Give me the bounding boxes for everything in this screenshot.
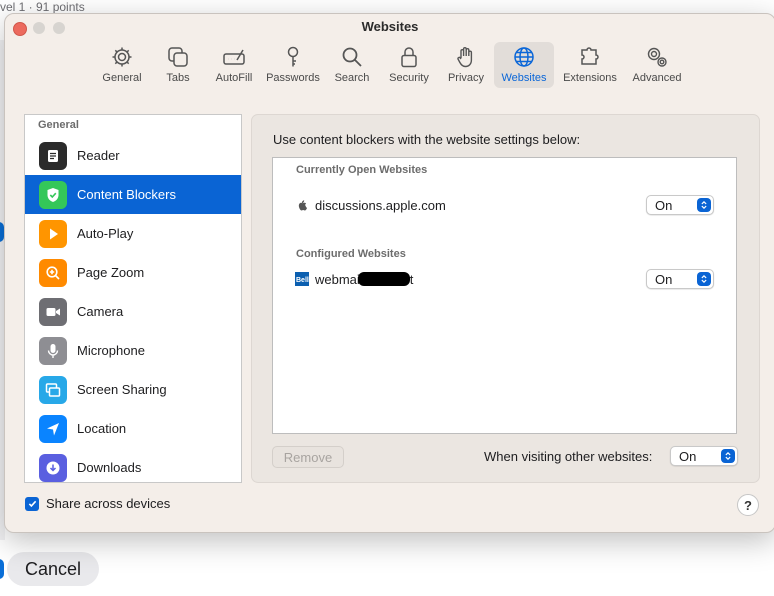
chevron-updown-icon (697, 198, 711, 212)
sidebar-item-label: Auto-Play (77, 226, 134, 241)
puzzle-icon (581, 47, 599, 65)
bell-icon: Bell (295, 272, 309, 286)
downloads-icon (39, 453, 67, 482)
sidebar-item-reader[interactable]: Reader (25, 136, 241, 175)
sidebar-item-label: Camera (77, 304, 124, 319)
website-name-suffix: t (409, 271, 414, 287)
background-points-text: vel 1 · 91 points (0, 0, 85, 14)
globe-icon (514, 47, 534, 67)
sidebar-item-label: Downloads (77, 460, 142, 475)
other-websites-label: When visiting other websites: (484, 449, 653, 464)
share-checkbox[interactable] (25, 496, 39, 511)
tab-label: General (102, 72, 142, 84)
zoom-icon (39, 258, 67, 287)
sidebar-item-content-blockers[interactable]: Content Blockers (25, 175, 241, 214)
tab-label: Websites (501, 72, 547, 84)
website-setting-select[interactable]: On (646, 195, 714, 215)
tab-advanced[interactable]: Advanced (626, 42, 688, 88)
other-websites-select[interactable]: On (670, 446, 738, 466)
key-icon (287, 46, 299, 67)
svg-text:Bell: Bell (296, 277, 309, 284)
tab-security[interactable]: Security (380, 42, 438, 88)
sidebar-item-label: Page Zoom (77, 265, 145, 280)
window-title: Websites (361, 19, 419, 34)
settings-window: Websites General Tabs AutoFill Passwords… (4, 13, 774, 533)
tabs-icon (168, 47, 188, 67)
reader-icon (39, 141, 67, 170)
cancel-button[interactable]: Cancel (7, 552, 99, 586)
play-icon (39, 219, 67, 248)
tab-label: Passwords (266, 72, 320, 84)
websites-sidebar: General Reader Content Blockers Auto-Pla… (24, 114, 242, 483)
sidebar-item-label: Content Blockers (77, 187, 176, 202)
microphone-icon (39, 336, 67, 365)
tab-extensions[interactable]: Extensions (554, 42, 626, 88)
website-name-prefix: webmai (315, 271, 360, 287)
content-blockers-panel: Use content blockers with the website se… (251, 114, 760, 483)
lock-icon (401, 47, 417, 68)
help-button[interactable]: ? (737, 494, 759, 516)
sidebar-item-label: Screen Sharing (77, 382, 167, 397)
preferences-toolbar: General Tabs AutoFill Passwords Search S… (94, 42, 688, 88)
tab-label: Advanced (632, 72, 682, 84)
select-value: On (655, 271, 673, 287)
shield-check-icon (39, 180, 67, 209)
select-value: On (655, 197, 673, 213)
sidebar-item-camera[interactable]: Camera (25, 292, 241, 331)
select-value: On (679, 448, 697, 464)
sidebar-item-screen-sharing[interactable]: Screen Sharing (25, 370, 241, 409)
configured-websites-header: Configured Websites (296, 248, 406, 260)
sidebar-item-label: Reader (77, 148, 120, 163)
camera-icon (39, 297, 67, 326)
autofill-icon (223, 49, 245, 65)
gears-icon (647, 47, 667, 67)
tab-passwords[interactable]: Passwords (262, 42, 324, 88)
website-row[interactable]: Bell webmai t On (295, 267, 714, 291)
share-label: Share across devices (46, 496, 171, 511)
tab-label: Privacy (447, 72, 485, 84)
websites-table: Currently Open Websites discussions.appl… (272, 157, 737, 434)
tab-label: Tabs (166, 72, 190, 84)
tab-privacy[interactable]: Privacy (438, 42, 494, 88)
sidebar-item-label: Location (77, 421, 127, 436)
tab-websites[interactable]: Websites (494, 42, 554, 88)
background-accent (0, 559, 4, 579)
tab-autofill[interactable]: AutoFill (206, 42, 262, 88)
gear-icon (112, 47, 132, 67)
tab-label: AutoFill (215, 72, 253, 84)
hand-icon (457, 47, 473, 68)
tab-general[interactable]: General (94, 42, 150, 88)
tab-label: Security (389, 72, 429, 84)
sidebar-section-header: General (38, 119, 79, 131)
share-across-devices[interactable]: Share across devices (25, 496, 170, 511)
chevron-updown-icon (697, 272, 711, 286)
website-setting-select[interactable]: On (646, 269, 714, 289)
website-name: discussions.apple.com (315, 197, 446, 213)
apple-icon (295, 198, 309, 212)
remove-button[interactable]: Remove (272, 446, 344, 468)
sidebar-item-auto-play[interactable]: Auto-Play (25, 214, 241, 253)
chevron-updown-icon (721, 449, 735, 463)
open-websites-header: Currently Open Websites (296, 164, 428, 176)
location-icon (39, 414, 67, 443)
tab-label: Search (334, 72, 370, 84)
sidebar-item-microphone[interactable]: Microphone (25, 331, 241, 370)
tab-tabs[interactable]: Tabs (150, 42, 206, 88)
search-icon (342, 47, 362, 67)
redaction-block (357, 272, 410, 286)
sidebar-item-location[interactable]: Location (25, 409, 241, 448)
screen-sharing-icon (39, 375, 67, 404)
panel-description: Use content blockers with the website se… (273, 132, 581, 147)
sidebar-item-downloads[interactable]: Downloads (25, 448, 241, 482)
tab-label: Extensions (563, 72, 617, 84)
sidebar-item-label: Microphone (77, 343, 145, 358)
website-row[interactable]: discussions.apple.com On (295, 193, 714, 217)
sidebar-item-page-zoom[interactable]: Page Zoom (25, 253, 241, 292)
tab-search[interactable]: Search (324, 42, 380, 88)
